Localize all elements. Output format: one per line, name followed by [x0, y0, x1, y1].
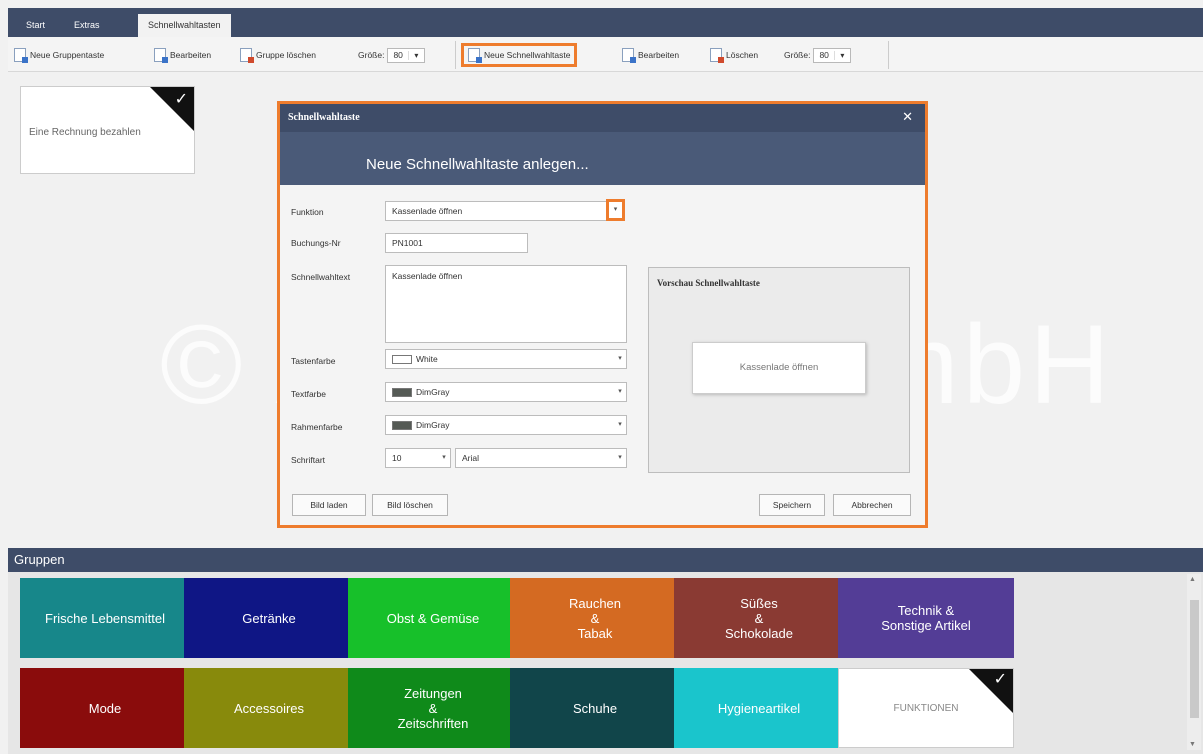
color-swatch-white — [392, 355, 412, 365]
group-tile-label: Frische Lebensmittel — [45, 610, 165, 626]
group-tile[interactable]: Zeitungen & Zeitschriften — [348, 668, 518, 748]
edit-document-icon — [154, 48, 168, 63]
groups-scrollbar[interactable]: ▲ ▼ — [1187, 574, 1201, 750]
dialog-header: Neue Schnellwahltaste anlegen... — [280, 132, 925, 185]
tab-schnellwahltasten[interactable]: Schnellwahltasten — [138, 14, 231, 37]
delete-quick-key-button[interactable]: Löschen — [710, 44, 758, 66]
quick-size-select[interactable]: 80 ▾ — [813, 47, 851, 63]
chevron-down-icon: ▾ — [613, 206, 618, 213]
quick-key-tile-label: Eine Rechnung bezahlen — [29, 127, 141, 138]
dialog-titlebar: Schnellwahltaste ✕ — [280, 104, 925, 132]
preview-title: Vorschau Schnellwahltaste — [657, 278, 760, 288]
cancel-button[interactable]: Abbrechen — [833, 494, 911, 516]
booking-number-label: Buchungs-Nr — [291, 238, 341, 248]
scroll-down-icon[interactable]: ▼ — [1189, 741, 1196, 748]
ribbon-tabbar: Start Extras Schnellwahltasten — [8, 8, 1203, 37]
group-tile-label: Getränke — [242, 610, 296, 626]
preview-panel: Vorschau Schnellwahltaste Kassenlade öff… — [648, 267, 910, 473]
scrollbar-thumb[interactable] — [1190, 600, 1199, 718]
group-tile[interactable]: Obst & Gemüse — [348, 578, 518, 658]
group-tile-label: Technik & Sonstige Artikel — [881, 603, 971, 633]
frame-color-select[interactable]: DimGray ▾ — [385, 415, 627, 435]
booking-number-input[interactable]: PN1001 — [385, 233, 528, 253]
chevron-down-icon: ▾ — [618, 355, 622, 362]
group-tile-label: Obst & Gemüse — [386, 610, 480, 626]
group-tile[interactable]: Süßes & Schokolade — [674, 578, 844, 658]
quick-text-label: Schnellwahltext — [291, 272, 351, 282]
group-tile[interactable]: Hygieneartikel — [674, 668, 844, 748]
preview-quick-key: Kassenlade öffnen — [692, 342, 866, 394]
color-swatch-dimgray — [392, 421, 412, 431]
chevron-down-icon: ▾ — [442, 454, 446, 461]
group-tile[interactable]: Schuhe — [510, 668, 680, 748]
scroll-up-icon[interactable]: ▲ — [1189, 576, 1196, 583]
group-tile[interactable]: Frische Lebensmittel — [20, 578, 190, 658]
text-color-label: Textfarbe — [291, 389, 326, 399]
chevron-down-icon: ▾ — [833, 50, 850, 60]
new-document-icon — [468, 48, 482, 63]
group-tile-label: Schuhe — [572, 700, 618, 716]
font-label: Schriftart — [291, 455, 326, 465]
key-color-select[interactable]: White ▾ — [385, 349, 627, 369]
group-tile[interactable]: Accessoires — [184, 668, 354, 748]
quick-key-dialog: Schnellwahltaste ✕ Neue Schnellwahltaste… — [277, 101, 928, 528]
checkmark-icon: ✓ — [993, 669, 1007, 688]
quick-key-tile[interactable]: Eine Rechnung bezahlen ✓ — [20, 86, 195, 174]
group-tile[interactable]: FUNKTIONEN ✓ — [838, 668, 1014, 748]
delete-document-icon — [240, 48, 254, 63]
font-name-select[interactable]: Arial ▾ — [455, 448, 627, 468]
group-tile-label: Hygieneartikel — [717, 700, 801, 716]
load-image-button[interactable]: Bild laden — [292, 494, 366, 516]
quick-size-control: Größe: 80 ▾ — [784, 44, 851, 66]
tab-start[interactable]: Start — [16, 14, 55, 37]
group-tile[interactable]: Rauchen & Tabak — [510, 578, 680, 658]
chevron-down-icon: ▾ — [618, 388, 622, 395]
group-tile[interactable]: Mode — [20, 668, 190, 748]
save-button[interactable]: Speichern — [759, 494, 825, 516]
dialog-title: Schnellwahltaste — [288, 112, 360, 123]
group-tile-label: Rauchen & Tabak — [568, 595, 622, 641]
new-quick-key-button[interactable]: Neue Schnellwahltaste — [461, 43, 578, 67]
color-swatch-dimgray — [392, 388, 412, 398]
function-select[interactable]: Kassenlade öffnen — [385, 201, 607, 221]
delete-image-button[interactable]: Bild löschen — [372, 494, 448, 516]
checkmark-icon: ✓ — [174, 89, 188, 108]
new-document-icon — [14, 48, 28, 63]
function-dropdown-button[interactable]: ▾ — [606, 199, 625, 221]
group-tile[interactable]: Technik & Sonstige Artikel — [838, 578, 1014, 658]
frame-color-label: Rahmenfarbe — [291, 422, 343, 432]
function-label: Funktion — [291, 207, 324, 217]
groups-header: Gruppen — [8, 548, 1203, 572]
group-tile-label: Zeitungen & Zeitschriften — [397, 685, 469, 731]
group-tile-label: Süßes & Schokolade — [725, 595, 793, 641]
edit-quick-key-button[interactable]: Bearbeiten — [622, 44, 679, 66]
tab-extras[interactable]: Extras — [64, 14, 110, 37]
group-tile-label: Mode — [88, 700, 122, 716]
group-tile-label: FUNKTIONEN — [893, 702, 959, 714]
delete-document-icon — [710, 48, 724, 63]
edit-document-icon — [622, 48, 636, 63]
toolbar: Neue Gruppentaste Bearbeiten Gruppe lösc… — [8, 37, 1203, 72]
close-icon[interactable]: ✕ — [902, 104, 913, 132]
group-tile[interactable]: Getränke — [184, 578, 354, 658]
group-size-control: Größe: 80 ▾ — [358, 44, 425, 66]
text-color-select[interactable]: DimGray ▾ — [385, 382, 627, 402]
group-size-select[interactable]: 80 ▾ — [387, 47, 425, 63]
font-size-select[interactable]: 10 ▾ — [385, 448, 451, 468]
new-group-button[interactable]: Neue Gruppentaste — [14, 44, 104, 66]
delete-group-button[interactable]: Gruppe löschen — [240, 44, 316, 66]
quick-text-area[interactable]: Kassenlade öffnen — [385, 265, 627, 343]
chevron-down-icon: ▾ — [407, 50, 424, 60]
edit-group-button[interactable]: Bearbeiten — [154, 44, 211, 66]
key-color-label: Tastenfarbe — [291, 356, 336, 366]
chevron-down-icon: ▾ — [618, 421, 622, 428]
chevron-down-icon: ▾ — [618, 454, 622, 461]
group-tile-label: Accessoires — [233, 700, 305, 716]
